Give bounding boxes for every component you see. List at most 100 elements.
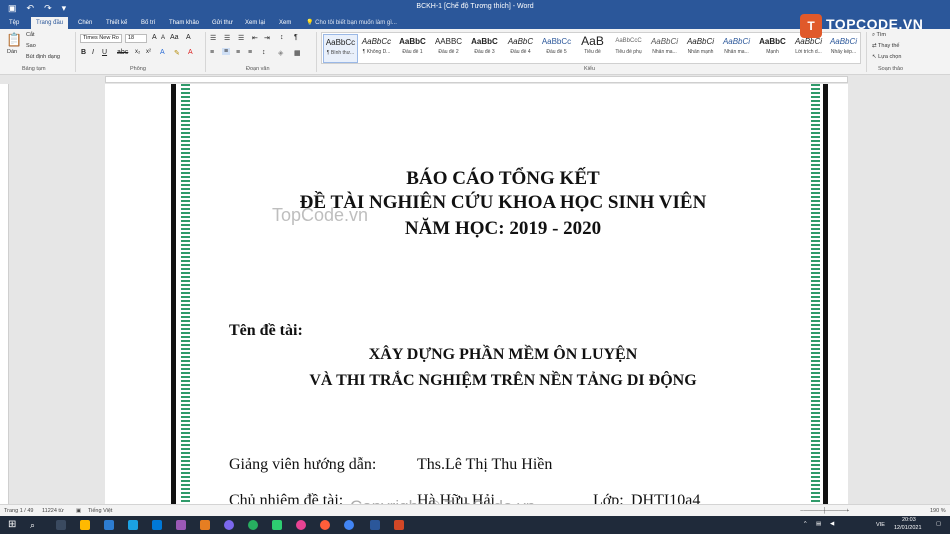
file-explorer-icon[interactable] — [80, 520, 90, 530]
tab-insert[interactable]: Chèn — [73, 17, 97, 29]
align-right-icon[interactable]: ≡ — [236, 49, 240, 56]
style-emphasis[interactable]: AaBbCi Nhấn mạnh — [683, 34, 718, 63]
tell-me-box[interactable]: 💡 Cho tôi biết bạn muốn làm gì... — [306, 17, 397, 29]
style-no-spacing[interactable]: AaBbCc ¶ Không D... — [359, 34, 394, 63]
document-page[interactable]: BÁO CÁO TỔNG KẾT ĐỀ TÀI NGHIÊN CỨU KHOA … — [105, 84, 848, 504]
app-icon-orange[interactable] — [200, 520, 210, 530]
select-button[interactable]: ↖ Lựa chọn — [872, 54, 901, 60]
style-heading-1[interactable]: AaBbC Đầu đề 1 — [395, 34, 430, 63]
style-heading-2[interactable]: AABBC Đầu đề 2 — [431, 34, 466, 63]
tab-layout[interactable]: Bố trí — [136, 17, 160, 29]
paste-button[interactable]: Dán — [7, 49, 17, 55]
highlight-icon[interactable]: ✎ — [174, 49, 180, 57]
proofing-icon[interactable]: ▣ — [76, 508, 81, 514]
lightbulb-icon: 💡 — [306, 20, 314, 26]
tab-references[interactable]: Tham khảo — [164, 17, 204, 29]
network-icon[interactable]: ▤ — [816, 521, 821, 527]
multilevel-list-icon[interactable]: ☰ — [238, 34, 244, 42]
cut-button[interactable]: Cắt — [26, 32, 35, 38]
style-subtitle[interactable]: AaBbCcC Tiêu đề phụ — [611, 34, 646, 63]
vertical-ruler[interactable] — [0, 84, 9, 504]
clear-formatting-icon[interactable]: A — [186, 34, 191, 41]
change-case-icon[interactable]: Aa — [170, 34, 179, 41]
word-taskbar-icon[interactable] — [370, 520, 380, 530]
notifications-icon[interactable]: ▢ — [936, 521, 941, 527]
class-value: DHTI10a4 — [631, 492, 701, 504]
style-heading-3[interactable]: AaBbC Đầu đề 3 — [467, 34, 502, 63]
shading-icon[interactable]: ◈ — [278, 49, 283, 57]
bold-icon[interactable]: B — [81, 49, 86, 56]
justify-icon[interactable]: ≡ — [248, 49, 252, 56]
powerpoint-taskbar-icon[interactable] — [394, 520, 404, 530]
align-left-icon[interactable]: ≡ — [210, 49, 214, 56]
format-painter-button[interactable]: Bút định dạng — [26, 54, 60, 60]
replace-icon: ⇄ — [872, 43, 877, 49]
tray-chevron-icon[interactable]: ^ — [804, 521, 807, 527]
chrome-icon[interactable] — [344, 520, 354, 530]
windows-start-icon[interactable]: ⊞ — [8, 520, 18, 530]
zoom-slider[interactable]: −─────┼─────+ — [800, 508, 849, 514]
status-bar: Trang 1 / 49 11224 từ ▣ Tiếng Việt −────… — [0, 504, 950, 516]
page-count[interactable]: Trang 1 / 49 — [4, 508, 33, 514]
borders-icon[interactable]: ▦ — [294, 49, 301, 57]
advisor-name: Ths.Lê Thị Thu Hiền — [417, 456, 553, 473]
strikethrough-icon[interactable]: abc — [117, 49, 128, 56]
input-language[interactable]: VIE — [876, 522, 885, 528]
font-color-icon[interactable]: A — [188, 49, 193, 56]
shrink-font-icon[interactable]: A — [161, 35, 165, 41]
word-count[interactable]: 11224 từ — [42, 508, 64, 514]
superscript-icon[interactable]: x² — [146, 49, 151, 55]
style-heading-5[interactable]: AaBbCc Đầu đề 5 — [539, 34, 574, 63]
align-center-icon[interactable]: ≡ — [222, 48, 231, 55]
mail-icon[interactable] — [128, 520, 138, 530]
language-status[interactable]: Tiếng Việt — [88, 508, 112, 514]
tab-mailings[interactable]: Gửi thư — [207, 17, 238, 29]
app-icon-red[interactable] — [320, 520, 330, 530]
search-taskbar-icon[interactable]: ⌕ — [30, 520, 40, 530]
subscript-icon[interactable]: x₂ — [135, 49, 140, 55]
font-name-box[interactable]: Times New Ro — [80, 34, 122, 43]
horizontal-ruler[interactable] — [0, 75, 950, 84]
tab-home[interactable]: Trang đầu — [31, 17, 69, 29]
messenger-icon[interactable] — [224, 520, 234, 530]
app-icon-purple[interactable] — [176, 520, 186, 530]
tab-view[interactable]: Xem — [274, 17, 296, 29]
bullets-icon[interactable]: ☰ — [210, 34, 216, 42]
italic-icon[interactable]: I — [92, 49, 94, 56]
show-marks-icon[interactable]: ¶ — [294, 34, 298, 41]
decrease-indent-icon[interactable]: ⇤ — [252, 34, 258, 42]
tab-review[interactable]: Xem lại — [240, 17, 270, 29]
task-view-icon[interactable] — [56, 520, 66, 530]
font-size-box[interactable]: 18 — [125, 34, 147, 43]
increase-indent-icon[interactable]: ⇥ — [264, 34, 270, 42]
select-arrow-icon: ↖ — [872, 54, 877, 60]
text-effects-icon[interactable]: A — [160, 49, 165, 56]
grow-font-icon[interactable]: A — [152, 34, 157, 41]
app-icon-pink[interactable] — [296, 520, 306, 530]
clock-time[interactable]: 20:03 — [902, 517, 916, 523]
zoom-level[interactable]: 190 % — [930, 508, 946, 514]
paste-icon[interactable]: 📋 — [6, 32, 22, 48]
replace-button[interactable]: ⇄ Thay thế — [872, 43, 899, 49]
store-icon[interactable] — [104, 520, 114, 530]
style-intense-emphasis[interactable]: AaBbCi Nhấn ma... — [719, 34, 754, 63]
sort-icon[interactable]: ↕ — [280, 34, 284, 41]
style-title[interactable]: AaB Tiêu đề — [575, 34, 610, 63]
volume-icon[interactable]: ◀ — [830, 521, 834, 527]
edge-icon[interactable] — [152, 520, 162, 530]
app-icon-green[interactable] — [248, 520, 258, 530]
style-subtle-emphasis[interactable]: AaBbCi Nhấn ma... — [647, 34, 682, 63]
tab-file[interactable]: Tệp — [4, 17, 24, 29]
copy-button[interactable]: Sao — [26, 43, 36, 49]
clock-date[interactable]: 12/01/2021 — [894, 525, 922, 531]
tab-design[interactable]: Thiết kế — [101, 17, 132, 29]
underline-icon[interactable]: U — [102, 49, 107, 56]
page-border-outer-left — [171, 84, 176, 504]
page-border-outer-right — [823, 84, 828, 504]
numbering-icon[interactable]: ☰ — [224, 34, 230, 42]
android-icon[interactable] — [272, 520, 282, 530]
style-normal[interactable]: AaBbCc ¶ Bình thư... — [323, 34, 358, 63]
style-heading-4[interactable]: AaBbC Đầu đề 4 — [503, 34, 538, 63]
topic-line-1: XÂY DỰNG PHẦN MỀM ÔN LUYỆN — [368, 346, 638, 363]
line-spacing-icon[interactable]: ↕ — [262, 49, 266, 56]
